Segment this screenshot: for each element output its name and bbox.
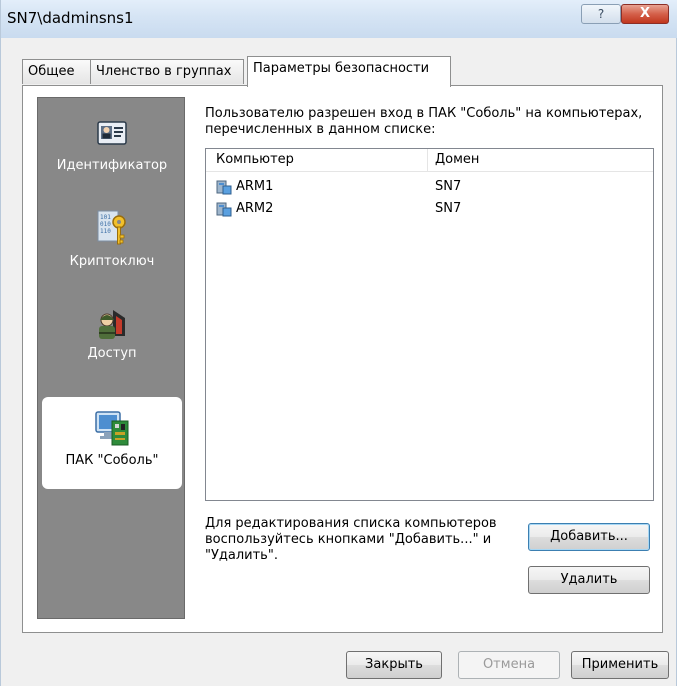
security-nav: Идентификатор 101 010 110 Криптоключ Дос… [37, 97, 185, 619]
table-row[interactable]: ARM2 SN7 [206, 201, 653, 218]
tab-group-membership-label: Членство в группах [96, 64, 232, 79]
table-row[interactable]: ARM1 SN7 [206, 179, 653, 196]
nav-item-identifier-label: Идентификатор [56, 158, 168, 173]
cancel-button[interactable]: Отмена [458, 651, 560, 679]
tab-general[interactable]: Общее [22, 59, 91, 84]
title-bar[interactable]: SN7\dadminsns1 ? X [1, 0, 677, 38]
computer-icon [216, 202, 232, 221]
column-header-domain[interactable]: Домен [435, 152, 479, 167]
tab-general-label: Общее [28, 64, 75, 79]
remove-button[interactable]: Удалить [528, 566, 650, 594]
nav-item-sobol-label: ПАК "Соболь" [65, 453, 159, 468]
row-domain: SN7 [435, 179, 462, 194]
apply-button[interactable]: Применить [571, 651, 669, 679]
edit-hint: Для редактирования списка компьютеров во… [205, 516, 497, 563]
svg-text:010: 010 [100, 221, 111, 228]
sobol-icon [95, 411, 129, 446]
help-icon: ? [597, 7, 605, 21]
close-button[interactable]: Закрыть [346, 651, 442, 679]
nav-item-crypto-key-label: Криптоключ [69, 254, 155, 269]
close-icon: X [639, 6, 651, 21]
row-domain: SN7 [435, 201, 462, 216]
nav-item-crypto-key[interactable]: 101 010 110 Криптоключ [42, 208, 182, 288]
access-icon [99, 310, 125, 339]
nav-item-identifier[interactable]: Идентификатор [42, 118, 182, 188]
list-description: Пользователю разрешен вход в ПАК "Соболь… [205, 106, 643, 137]
svg-text:101: 101 [100, 214, 111, 221]
properties-window: SN7\dadminsns1 ? X Общее Членство в груп… [0, 0, 677, 686]
tab-panel-security: Идентификатор 101 010 110 Криптоключ Дос… [22, 85, 663, 633]
add-button[interactable]: Добавить... [528, 523, 650, 551]
column-divider[interactable] [427, 149, 428, 171]
tab-security-params-label: Параметры безопасности [253, 61, 430, 76]
nav-item-access-label: Доступ [87, 346, 137, 361]
column-header-computer[interactable]: Компьютер [216, 152, 294, 167]
tab-security-params[interactable]: Параметры безопасности [247, 56, 451, 87]
row-computer-name: ARM2 [236, 201, 274, 216]
computers-list[interactable]: Компьютер Домен ARM1 SN7 ARM2 SN7 [205, 148, 654, 501]
id-card-icon [97, 121, 127, 145]
svg-text:110: 110 [100, 228, 111, 235]
row-computer-name: ARM1 [236, 179, 274, 194]
nav-item-access[interactable]: Доступ [42, 306, 182, 376]
close-window-button[interactable]: X [621, 4, 669, 24]
window-title: SN7\dadminsns1 [7, 9, 134, 27]
crypto-key-icon: 101 010 110 [97, 210, 126, 245]
help-button[interactable]: ? [581, 4, 621, 24]
list-header: Компьютер Домен [206, 149, 653, 172]
nav-item-sobol[interactable]: ПАК "Соболь" [42, 397, 182, 489]
computer-icon [216, 180, 232, 199]
tab-group-membership[interactable]: Членство в группах [90, 59, 244, 84]
